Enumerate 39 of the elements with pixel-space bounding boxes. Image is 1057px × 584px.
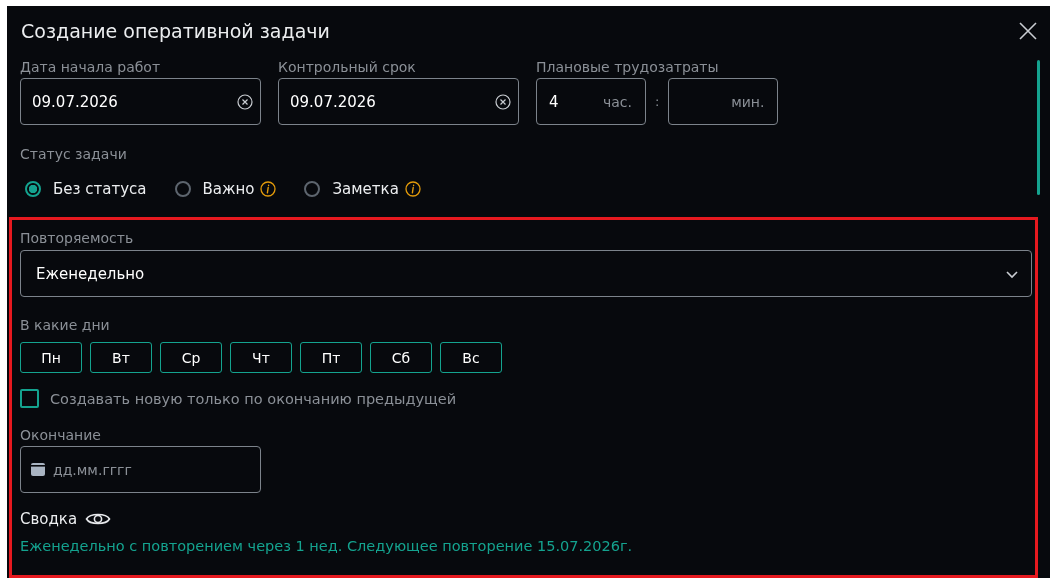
checkbox-label[interactable]: Создавать новую только по окончанию предыдущей xyxy=(50,390,457,407)
clear-icon[interactable] xyxy=(237,93,253,110)
calendar-icon xyxy=(30,461,46,477)
summary-text: Еженедельно с повторением через 1 нед. Следующее повторение 15.07.2026г. xyxy=(20,538,634,554)
radio-label[interactable]: Заметка xyxy=(332,180,399,198)
field-label: Повторяемость xyxy=(20,229,135,248)
date-field[interactable]: 09.07.2026 xyxy=(278,78,519,125)
clear-icon[interactable] xyxy=(495,93,511,110)
minutes-field[interactable]: мин. xyxy=(668,78,779,125)
close-icon[interactable] xyxy=(1018,21,1038,41)
unit-label: мин. xyxy=(731,93,765,110)
radio-button[interactable] xyxy=(25,181,41,197)
day-button[interactable]: Сб xyxy=(370,342,432,373)
dropdown[interactable]: Еженедельно xyxy=(20,250,1032,297)
date-field[interactable]: дд.мм.гггг xyxy=(20,446,261,493)
field-label: Дата начала работ xyxy=(20,58,162,77)
checkbox[interactable] xyxy=(20,389,39,408)
day-button[interactable]: Пн xyxy=(20,342,82,373)
day-button[interactable]: Вс xyxy=(440,342,502,373)
radio-label[interactable]: Важно xyxy=(202,180,255,198)
day-button[interactable]: Пт xyxy=(300,342,362,373)
day-button[interactable]: Чт xyxy=(230,342,292,373)
dialog-title: Создание оперативной задачи xyxy=(20,20,330,42)
field-label: Контрольный срок xyxy=(278,58,417,77)
section-label: Сводка xyxy=(20,510,78,528)
day-button[interactable]: Вт xyxy=(90,342,152,373)
radio-button[interactable] xyxy=(174,181,191,197)
field-label: Окончание xyxy=(20,426,102,445)
day-button[interactable]: Ср xyxy=(160,342,222,373)
field-label: Плановые трудозатраты xyxy=(536,58,720,77)
field-label: Статус задачи xyxy=(20,145,128,164)
date-field[interactable]: 09.07.2026 xyxy=(20,78,261,125)
field-label: В какие дни xyxy=(20,316,111,335)
radio-label[interactable]: Без статуса xyxy=(53,180,147,198)
unit-label: час. xyxy=(603,93,632,110)
radio-button[interactable] xyxy=(304,181,321,197)
hours-field[interactable]: 4 час. xyxy=(536,78,646,125)
scrollbar[interactable] xyxy=(1037,60,1040,195)
separator: : xyxy=(655,94,660,109)
